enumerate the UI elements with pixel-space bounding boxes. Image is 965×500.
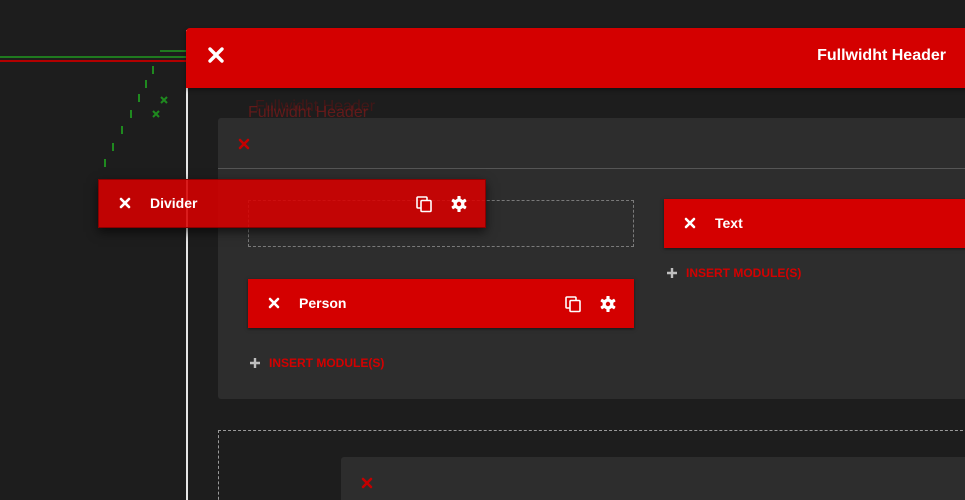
drag-trail-dot [138,94,140,102]
builder-canvas: Fullwidht Header Fullwidht Header Fullwi… [0,0,965,500]
close-icon[interactable] [361,477,373,489]
drag-trail-line [160,50,186,52]
drag-trail-dot [152,66,154,74]
close-icon[interactable] [268,297,280,309]
drag-trail-line [0,56,186,58]
module-text[interactable]: Text [664,199,965,248]
module-label: Text [715,215,743,231]
insert-module-button[interactable]: INSERT MODULE(S) [249,354,384,372]
module-label: Person [299,295,347,311]
row-divider-line [218,168,965,169]
copy-icon[interactable] [564,295,582,313]
drag-trail-dot [104,159,106,167]
section-guide-line [186,30,188,500]
fullwidth-header-title: Fullwidht Header [817,47,946,64]
plus-icon [250,358,260,368]
plus-icon [667,268,677,278]
close-icon[interactable] [684,217,696,229]
row-panel [341,457,965,500]
insert-module-label: INSERT MODULE(S) [686,266,802,280]
drag-trail-dot [121,126,123,134]
module-person[interactable]: Person [248,279,634,328]
close-icon[interactable] [206,45,226,65]
close-icon[interactable] [119,197,131,209]
drag-trail-icon [152,110,160,118]
module-divider-dragging[interactable]: Divider [98,179,486,228]
insert-module-button[interactable]: INSERT MODULE(S) [666,264,801,282]
module-label: Divider [150,195,198,211]
insert-module-label: INSERT MODULE(S) [269,356,385,370]
copy-icon[interactable] [415,195,433,213]
drag-trail-dot [112,143,114,151]
gear-icon[interactable] [450,195,468,213]
drag-trail-dot [145,80,147,88]
drag-trail-dot [130,110,132,118]
gear-icon[interactable] [599,295,617,313]
drag-trail-line [0,60,186,62]
fullwidth-header-module[interactable]: Fullwidht Header [186,28,965,88]
close-icon[interactable] [238,138,250,150]
drag-trail-icon [160,96,168,104]
